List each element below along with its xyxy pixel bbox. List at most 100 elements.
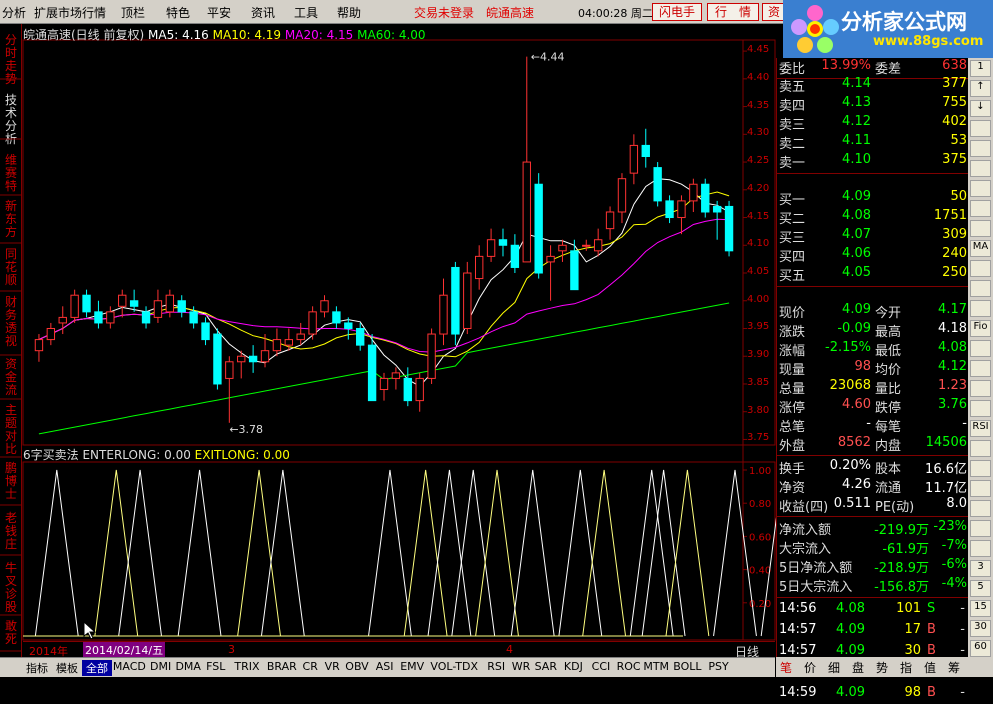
- tool-button[interactable]: [970, 500, 991, 517]
- trade-status[interactable]: 交易未登录: [414, 4, 474, 21]
- tool-button[interactable]: [970, 140, 991, 157]
- candle-body: [296, 333, 305, 341]
- ma60-line: [38, 302, 730, 435]
- left-tab[interactable]: 鹏博士: [2, 462, 20, 504]
- tool-button[interactable]: 5: [970, 580, 991, 597]
- tool-button[interactable]: [970, 360, 991, 377]
- candle-body: [177, 300, 186, 313]
- tool-button[interactable]: [970, 340, 991, 357]
- indicator-tab[interactable]: CR: [299, 660, 321, 676]
- tool-button[interactable]: RSI: [970, 420, 991, 437]
- menu-item[interactable]: 特色: [166, 4, 190, 21]
- indicator-tab[interactable]: TRIX: [230, 660, 265, 676]
- signal-triangle: [427, 469, 472, 637]
- indicator-tab[interactable]: VR: [321, 660, 343, 676]
- indicator-tab[interactable]: ASI: [371, 660, 399, 676]
- quote-tab[interactable]: 势: [876, 659, 888, 676]
- left-tab[interactable]: 牛叉诊股: [2, 562, 20, 614]
- tool-button[interactable]: [970, 220, 991, 237]
- tool-button[interactable]: [970, 200, 991, 217]
- left-tab[interactable]: 主题对比: [2, 404, 20, 456]
- tool-button[interactable]: [970, 400, 991, 417]
- tool-button[interactable]: 60: [970, 640, 991, 657]
- top-button[interactable]: 闪电手: [652, 3, 702, 21]
- tool-button[interactable]: [970, 160, 991, 177]
- tool-button[interactable]: ↓: [970, 100, 991, 117]
- indicator-tab[interactable]: MACD: [112, 660, 147, 676]
- left-tab[interactable]: 资金流: [2, 358, 20, 398]
- price-tick: 4.20: [747, 182, 770, 194]
- tool-button[interactable]: 30: [970, 620, 991, 637]
- indicator-tab[interactable]: BOLL: [670, 660, 705, 676]
- tool-button[interactable]: [970, 520, 991, 537]
- quote-tab[interactable]: 笔: [780, 659, 792, 676]
- menu-item[interactable]: 平安: [207, 4, 231, 21]
- left-tab[interactable]: 财务透视: [2, 296, 20, 354]
- indicator-tab[interactable]: MTM: [642, 660, 670, 676]
- ask-label: 卖二: [779, 137, 806, 152]
- ma20-label: MA20: 4.15: [284, 28, 354, 42]
- tool-button[interactable]: ↑: [970, 80, 991, 97]
- indicator-tab[interactable]: KDJ: [560, 660, 588, 676]
- tool-button[interactable]: [970, 180, 991, 197]
- tool-button[interactable]: MA: [970, 240, 991, 257]
- left-tab[interactable]: 同花顺: [2, 248, 20, 290]
- indicator-tab[interactable]: BRAR: [264, 660, 299, 676]
- tick-side: B: [927, 685, 936, 700]
- indicator-tab[interactable]: WR: [510, 660, 532, 676]
- indicator-tab[interactable]: RSI: [482, 660, 510, 676]
- indicator-tab[interactable]: DMI: [147, 660, 175, 676]
- tool-button[interactable]: [970, 460, 991, 477]
- tool-button[interactable]: Fio: [970, 320, 991, 337]
- tool-button[interactable]: [970, 300, 991, 317]
- stat-label: 量比: [875, 382, 902, 397]
- tick-price: 4.09: [836, 622, 865, 637]
- tool-button[interactable]: [970, 540, 991, 557]
- quote-tab[interactable]: 值: [924, 659, 936, 676]
- left-tab[interactable]: 老钱庄: [2, 512, 20, 554]
- indicator-tab[interactable]: ROC: [615, 660, 643, 676]
- tool-button[interactable]: [970, 480, 991, 497]
- left-tab[interactable]: 新东方: [2, 200, 20, 242]
- price-tick: 4.40: [747, 71, 770, 83]
- indicator-tab[interactable]: DMA: [174, 660, 202, 676]
- indicator-tab[interactable]: PSY: [705, 660, 733, 676]
- tool-button[interactable]: 15: [970, 600, 991, 617]
- indicator-tab[interactable]: VOL-TDX: [426, 660, 482, 676]
- indicator-tab[interactable]: CCI: [587, 660, 615, 676]
- indicator-tab[interactable]: 模板: [52, 660, 82, 676]
- stat-label: 涨幅: [779, 344, 806, 359]
- quote-tab[interactable]: 筹: [948, 659, 960, 676]
- left-tab[interactable]: 分时走势: [2, 34, 20, 86]
- menu-item[interactable]: 帮助: [337, 4, 361, 21]
- indicator-tab[interactable]: 全部: [82, 660, 112, 676]
- menu-item[interactable]: 扩展市场行情: [34, 4, 106, 21]
- quote-tab[interactable]: 价: [804, 659, 816, 676]
- ask-volume: 755: [942, 95, 967, 110]
- left-tab[interactable]: 维赛特: [2, 154, 20, 194]
- menu-item[interactable]: 资讯: [251, 4, 275, 21]
- indicator-tab[interactable]: FSL: [202, 660, 230, 676]
- tool-button[interactable]: 3: [970, 560, 991, 577]
- tool-button[interactable]: [970, 440, 991, 457]
- tool-button[interactable]: [970, 260, 991, 277]
- menu-item[interactable]: 顶栏: [121, 4, 145, 21]
- left-tab[interactable]: 技术分析: [2, 94, 20, 146]
- indicator-tab[interactable]: EMV: [398, 660, 426, 676]
- indicator-tab[interactable]: SAR: [532, 660, 560, 676]
- tool-button[interactable]: 1: [970, 60, 991, 77]
- quote-row: 14:57 4.09 17 B -: [777, 622, 969, 641]
- stat-label: 涨跌: [779, 325, 806, 340]
- menu-item[interactable]: 工具: [294, 4, 318, 21]
- menu-item[interactable]: 分析: [2, 4, 26, 21]
- top-button[interactable]: 行 情: [707, 3, 759, 21]
- indicator-tab[interactable]: 指标: [22, 660, 52, 676]
- indicator-tab[interactable]: OBV: [343, 660, 371, 676]
- tool-button[interactable]: [970, 380, 991, 397]
- left-tab[interactable]: 敢死: [2, 620, 20, 650]
- quote-tab[interactable]: 盘: [852, 659, 864, 676]
- quote-tab[interactable]: 细: [828, 659, 840, 676]
- quote-tab[interactable]: 指: [900, 659, 912, 676]
- tool-button[interactable]: [970, 280, 991, 297]
- tool-button[interactable]: [970, 120, 991, 137]
